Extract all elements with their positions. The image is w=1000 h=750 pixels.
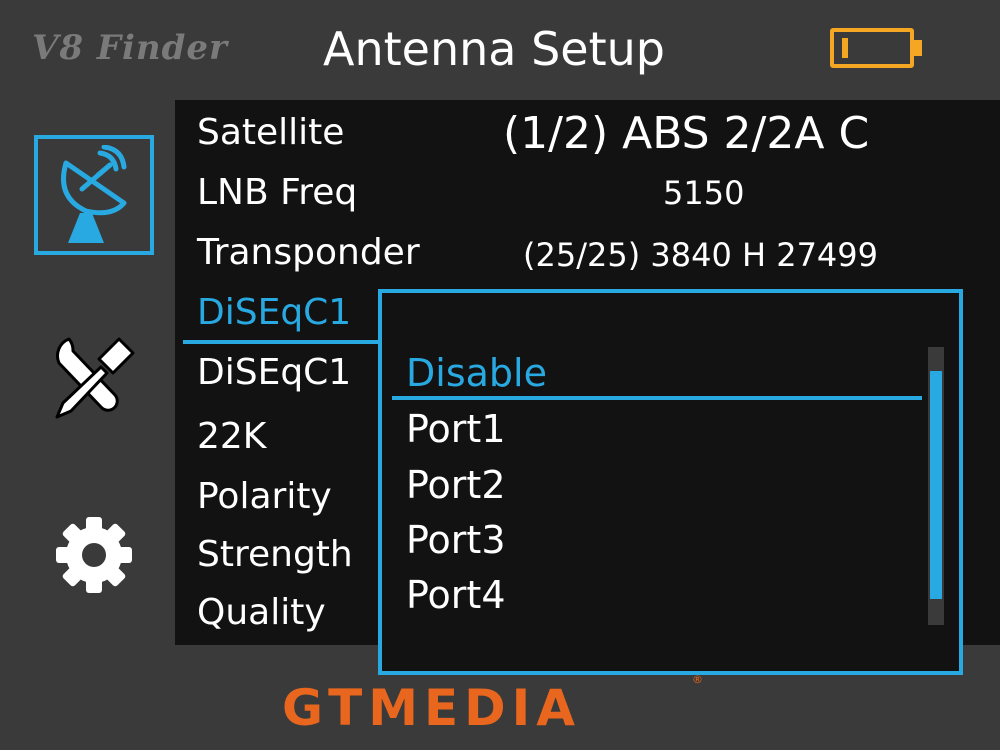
gtmedia-logo: GTMEDIA [282, 679, 581, 737]
header-bar: V8 Finder Antenna Setup [0, 0, 1000, 100]
option-port2[interactable]: Port2 [406, 463, 506, 507]
page-title: Antenna Setup [323, 22, 665, 76]
sidebar [0, 100, 175, 645]
22k-label[interactable]: 22K [197, 416, 266, 457]
strength-label: Strength [197, 534, 353, 575]
option-port4[interactable]: Port4 [406, 573, 506, 617]
satellite-value[interactable]: (1/2) ABS 2/2A C [503, 108, 869, 159]
transponder-label: Transponder [197, 232, 420, 273]
diseqc-options-popup: Disable Port1 Port2 Port3 Port4 [378, 289, 963, 675]
selection-underline [183, 340, 383, 344]
option-port1[interactable]: Port1 [406, 407, 506, 451]
gear-icon [56, 517, 132, 593]
settings-button[interactable] [34, 495, 154, 615]
tools-icon [55, 337, 135, 419]
option-port3[interactable]: Port3 [406, 518, 506, 562]
diseqc-label[interactable]: DiSEqC1 [197, 352, 351, 393]
option-selection-line [392, 396, 922, 400]
lnb-freq-label: LNB Freq [197, 172, 358, 213]
satellite-label: Satellite [197, 112, 345, 153]
battery-low-icon [830, 28, 922, 68]
tools-button[interactable] [34, 318, 154, 438]
scrollbar-thumb[interactable] [930, 371, 942, 599]
diseqc-selected-label[interactable]: DiSEqC1 [197, 292, 351, 333]
transponder-value[interactable]: (25/25) 3840 H 27499 [523, 236, 878, 274]
polarity-label[interactable]: Polarity [197, 476, 332, 517]
quality-label: Quality [197, 592, 326, 633]
lnb-freq-value[interactable]: 5150 [663, 174, 744, 212]
option-disable[interactable]: Disable [406, 351, 547, 395]
satellite-dish-icon [61, 145, 127, 243]
brand-label: V8 Finder [32, 28, 228, 68]
satellite-dish-button[interactable] [34, 135, 154, 255]
